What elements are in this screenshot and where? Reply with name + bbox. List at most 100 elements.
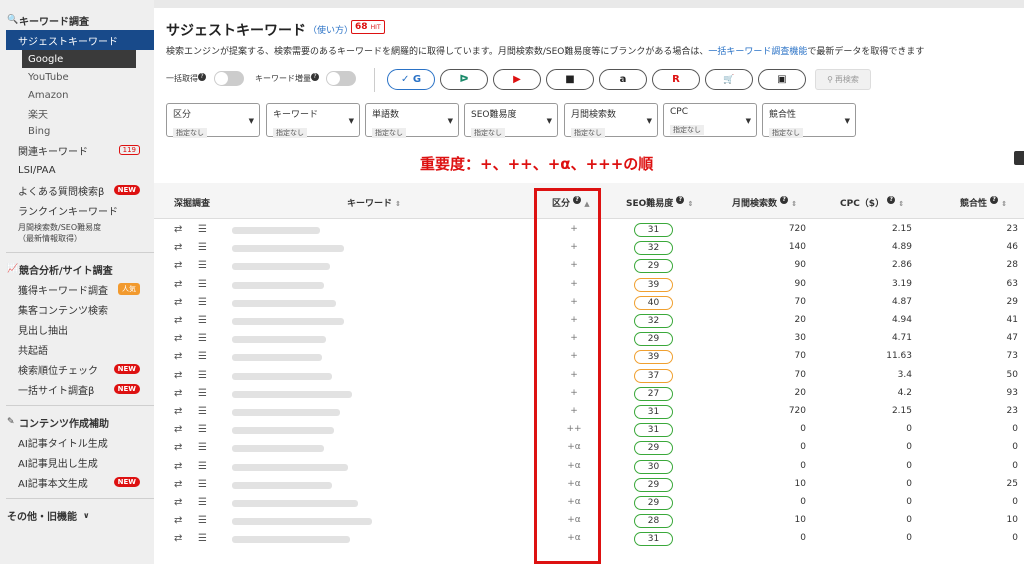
sidebar-sub-google[interactable]: Google: [22, 50, 136, 68]
deep-dig-icon[interactable]: ⇄: [174, 333, 182, 344]
menu-icon[interactable]: ☰: [198, 442, 207, 453]
menu-icon[interactable]: ☰: [198, 224, 207, 235]
usage-link[interactable]: （使い方）: [308, 23, 353, 36]
sidebar-item-suggest[interactable]: サジェストキーワード: [6, 30, 154, 50]
menu-icon[interactable]: ☰: [198, 461, 207, 472]
deep-dig-icon[interactable]: ⇄: [174, 260, 182, 271]
menu-icon[interactable]: ☰: [198, 333, 207, 344]
sidebar-item-ai-midashi[interactable]: AI記事見出し生成: [0, 452, 154, 472]
deep-dig-icon[interactable]: ⇄: [174, 224, 182, 235]
menu-icon[interactable]: ☰: [198, 260, 207, 271]
keyword-text-blurred[interactable]: [232, 372, 332, 380]
menu-icon[interactable]: ☰: [198, 315, 207, 326]
sidebar-sub-rakuten[interactable]: 楽天: [0, 104, 154, 122]
filter-cpc[interactable]: CPC 指定なし ▼: [663, 103, 757, 137]
sidebar-item-midashi[interactable]: 見出し抽出: [0, 319, 154, 339]
sidebar-item-juni[interactable]: 検索順位チェック NEW: [0, 359, 154, 379]
keyword-text-blurred[interactable]: [232, 336, 326, 344]
image-engine-button[interactable]: ▣: [758, 69, 806, 90]
youtube-engine-button[interactable]: ▶: [493, 69, 541, 90]
deep-dig-icon[interactable]: ⇄: [174, 461, 182, 472]
sidebar-item-faq[interactable]: よくある質問検索β NEW: [0, 180, 154, 200]
menu-icon[interactable]: ☰: [198, 424, 207, 435]
deep-dig-icon[interactable]: ⇄: [174, 479, 182, 490]
sidebar-item-kyoki[interactable]: 共起語: [0, 339, 154, 359]
sidebar-sub-bing[interactable]: Bing: [0, 122, 154, 140]
toggle-all-switch[interactable]: [214, 71, 244, 86]
keyword-text-blurred[interactable]: [232, 390, 352, 398]
keyword-text-blurred[interactable]: [232, 500, 358, 507]
filter-word-count[interactable]: 単語数 指定なし ▼: [365, 103, 459, 138]
deep-dig-icon[interactable]: ⇄: [174, 406, 182, 417]
sidebar-sub-amazon[interactable]: Amazon: [0, 86, 154, 104]
menu-icon[interactable]: ☰: [198, 388, 207, 399]
keyword-text-blurred[interactable]: [232, 318, 344, 325]
deep-dig-icon[interactable]: ⇄: [174, 315, 182, 326]
filter-seo[interactable]: SEO難易度 指定なし ▼: [464, 103, 558, 138]
keyword-text-blurred[interactable]: [232, 354, 322, 362]
sidebar-item-rankin[interactable]: ランクインキーワード: [0, 200, 154, 220]
keyword-text-blurred[interactable]: [232, 245, 344, 253]
keyword-text-blurred[interactable]: [232, 299, 336, 307]
keyword-text-blurred[interactable]: [232, 409, 340, 416]
filter-kubun[interactable]: 区分 指定なし ▼: [166, 103, 260, 138]
keyword-text-blurred[interactable]: [232, 463, 348, 471]
filter-volume[interactable]: 月間検索数 指定なし ▼: [564, 103, 658, 138]
keyword-text-blurred[interactable]: [232, 518, 372, 526]
deep-dig-icon[interactable]: ⇄: [174, 497, 182, 508]
menu-icon[interactable]: ☰: [198, 406, 207, 417]
deep-dig-icon[interactable]: ⇄: [174, 515, 182, 526]
menu-icon[interactable]: ☰: [198, 533, 207, 544]
amazon-engine-button[interactable]: a: [599, 69, 647, 90]
scroll-tab[interactable]: [1014, 151, 1024, 165]
keyword-text-blurred[interactable]: [232, 445, 324, 453]
menu-icon[interactable]: ☰: [198, 351, 207, 362]
bulk-keyword-link[interactable]: 一括キーワード調査機能: [708, 47, 807, 57]
deep-dig-icon[interactable]: ⇄: [174, 442, 182, 453]
rakuten-engine-button[interactable]: R: [652, 69, 700, 90]
menu-icon[interactable]: ☰: [198, 279, 207, 290]
deep-dig-icon[interactable]: ⇄: [174, 297, 182, 308]
sidebar-item-lsi[interactable]: LSI/PAA: [0, 160, 154, 180]
shopping-engine-button[interactable]: 🛒: [705, 69, 753, 90]
keyword-text-blurred[interactable]: [232, 263, 330, 271]
keyword-text-blurred[interactable]: [232, 536, 350, 544]
menu-icon[interactable]: ☰: [198, 497, 207, 508]
video-engine-button[interactable]: ■: [546, 69, 594, 90]
deep-dig-icon[interactable]: ⇄: [174, 279, 182, 290]
google-engine-button[interactable]: ✓ G: [387, 69, 435, 90]
sidebar-item-ai-title[interactable]: AI記事タイトル生成: [0, 432, 154, 452]
col-volume[interactable]: 月間検索数 ? ⇕: [732, 196, 797, 209]
sidebar-item-kakutoku[interactable]: 獲得キーワード調査 人気: [0, 279, 154, 299]
deep-dig-icon[interactable]: ⇄: [174, 424, 182, 435]
filter-keyword[interactable]: キーワード 指定なし ▼: [266, 103, 360, 138]
deep-dig-icon[interactable]: ⇄: [174, 242, 182, 253]
keyword-text-blurred[interactable]: [232, 427, 334, 435]
sidebar-item-ikkatsu[interactable]: 一括サイト調査β NEW: [0, 379, 154, 399]
sidebar-item-monthly[interactable]: 月間検索数/SEO難易度 （最新情報取得）: [0, 220, 154, 246]
col-seo[interactable]: SEO難易度 ? ⇕: [626, 196, 693, 209]
sidebar-item-ai-honbun[interactable]: AI記事本文生成 NEW: [0, 472, 154, 492]
sidebar-section-other[interactable]: その他・旧機能 ∨: [0, 505, 154, 525]
toggle-add-switch[interactable]: [326, 71, 356, 86]
deep-dig-icon[interactable]: ⇄: [174, 351, 182, 362]
keyword-text-blurred[interactable]: [232, 481, 332, 489]
menu-icon[interactable]: ☰: [198, 370, 207, 381]
menu-icon[interactable]: ☰: [198, 479, 207, 490]
col-keyword[interactable]: キーワード ⇕: [347, 196, 401, 209]
menu-icon[interactable]: ☰: [198, 297, 207, 308]
sidebar-item-shukaku[interactable]: 集客コンテンツ検索: [0, 299, 154, 319]
menu-icon[interactable]: ☰: [198, 515, 207, 526]
keyword-text-blurred[interactable]: [232, 281, 324, 289]
col-cpc[interactable]: CPC（$） ? ⇕: [840, 196, 904, 209]
sidebar-item-related[interactable]: 関連キーワード 119: [0, 140, 154, 160]
bing-engine-button[interactable]: ᐅ: [440, 69, 488, 90]
research-button[interactable]: ⚲ 再検索: [815, 69, 871, 90]
keyword-text-blurred[interactable]: [232, 227, 320, 234]
filter-competition[interactable]: 競合性 指定なし ▼: [762, 103, 856, 138]
deep-dig-icon[interactable]: ⇄: [174, 388, 182, 399]
deep-dig-icon[interactable]: ⇄: [174, 533, 182, 544]
deep-dig-icon[interactable]: ⇄: [174, 370, 182, 381]
sidebar-sub-youtube[interactable]: YouTube: [0, 68, 154, 86]
menu-icon[interactable]: ☰: [198, 242, 207, 253]
